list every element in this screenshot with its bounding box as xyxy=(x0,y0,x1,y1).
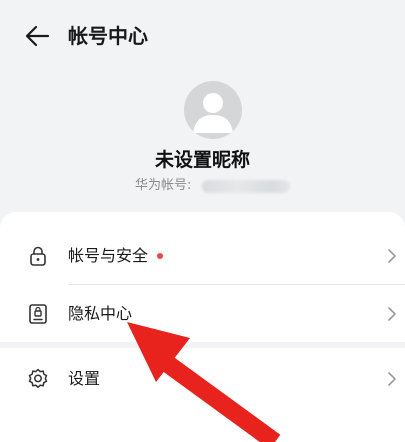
avatar[interactable] xyxy=(184,81,242,139)
menu-item-label: 帐号与安全 xyxy=(68,246,149,265)
chevron-right-icon xyxy=(387,371,397,387)
nickname[interactable]: 未设置昵称 xyxy=(0,146,405,174)
gear-icon xyxy=(26,367,50,391)
user-avatar-icon xyxy=(193,93,233,133)
back-button[interactable] xyxy=(22,20,54,52)
menu-item-account-security[interactable]: 帐号与安全 xyxy=(0,228,405,284)
chevron-right-icon xyxy=(387,248,397,264)
account-menu-card: 帐号与安全 隐私中心 xyxy=(0,212,405,342)
menu-item-label: 隐私中心 xyxy=(68,304,133,323)
app-header: 帐号中心 xyxy=(0,0,405,72)
page-title: 帐号中心 xyxy=(68,24,148,48)
back-arrow-icon xyxy=(25,25,50,47)
menu-item-label: 设置 xyxy=(68,369,101,388)
notification-dot xyxy=(157,253,163,259)
divider xyxy=(68,284,405,285)
chevron-right-icon xyxy=(387,306,397,322)
menu-item-settings[interactable]: 设置 xyxy=(0,351,405,407)
lock-icon xyxy=(26,244,50,268)
menu-item-privacy-center[interactable]: 隐私中心 xyxy=(0,286,405,342)
account-id-masked xyxy=(202,180,290,193)
settings-card: 设置 xyxy=(0,348,405,442)
privacy-card-icon xyxy=(26,302,50,326)
account-label: 华为帐号: xyxy=(135,178,192,193)
